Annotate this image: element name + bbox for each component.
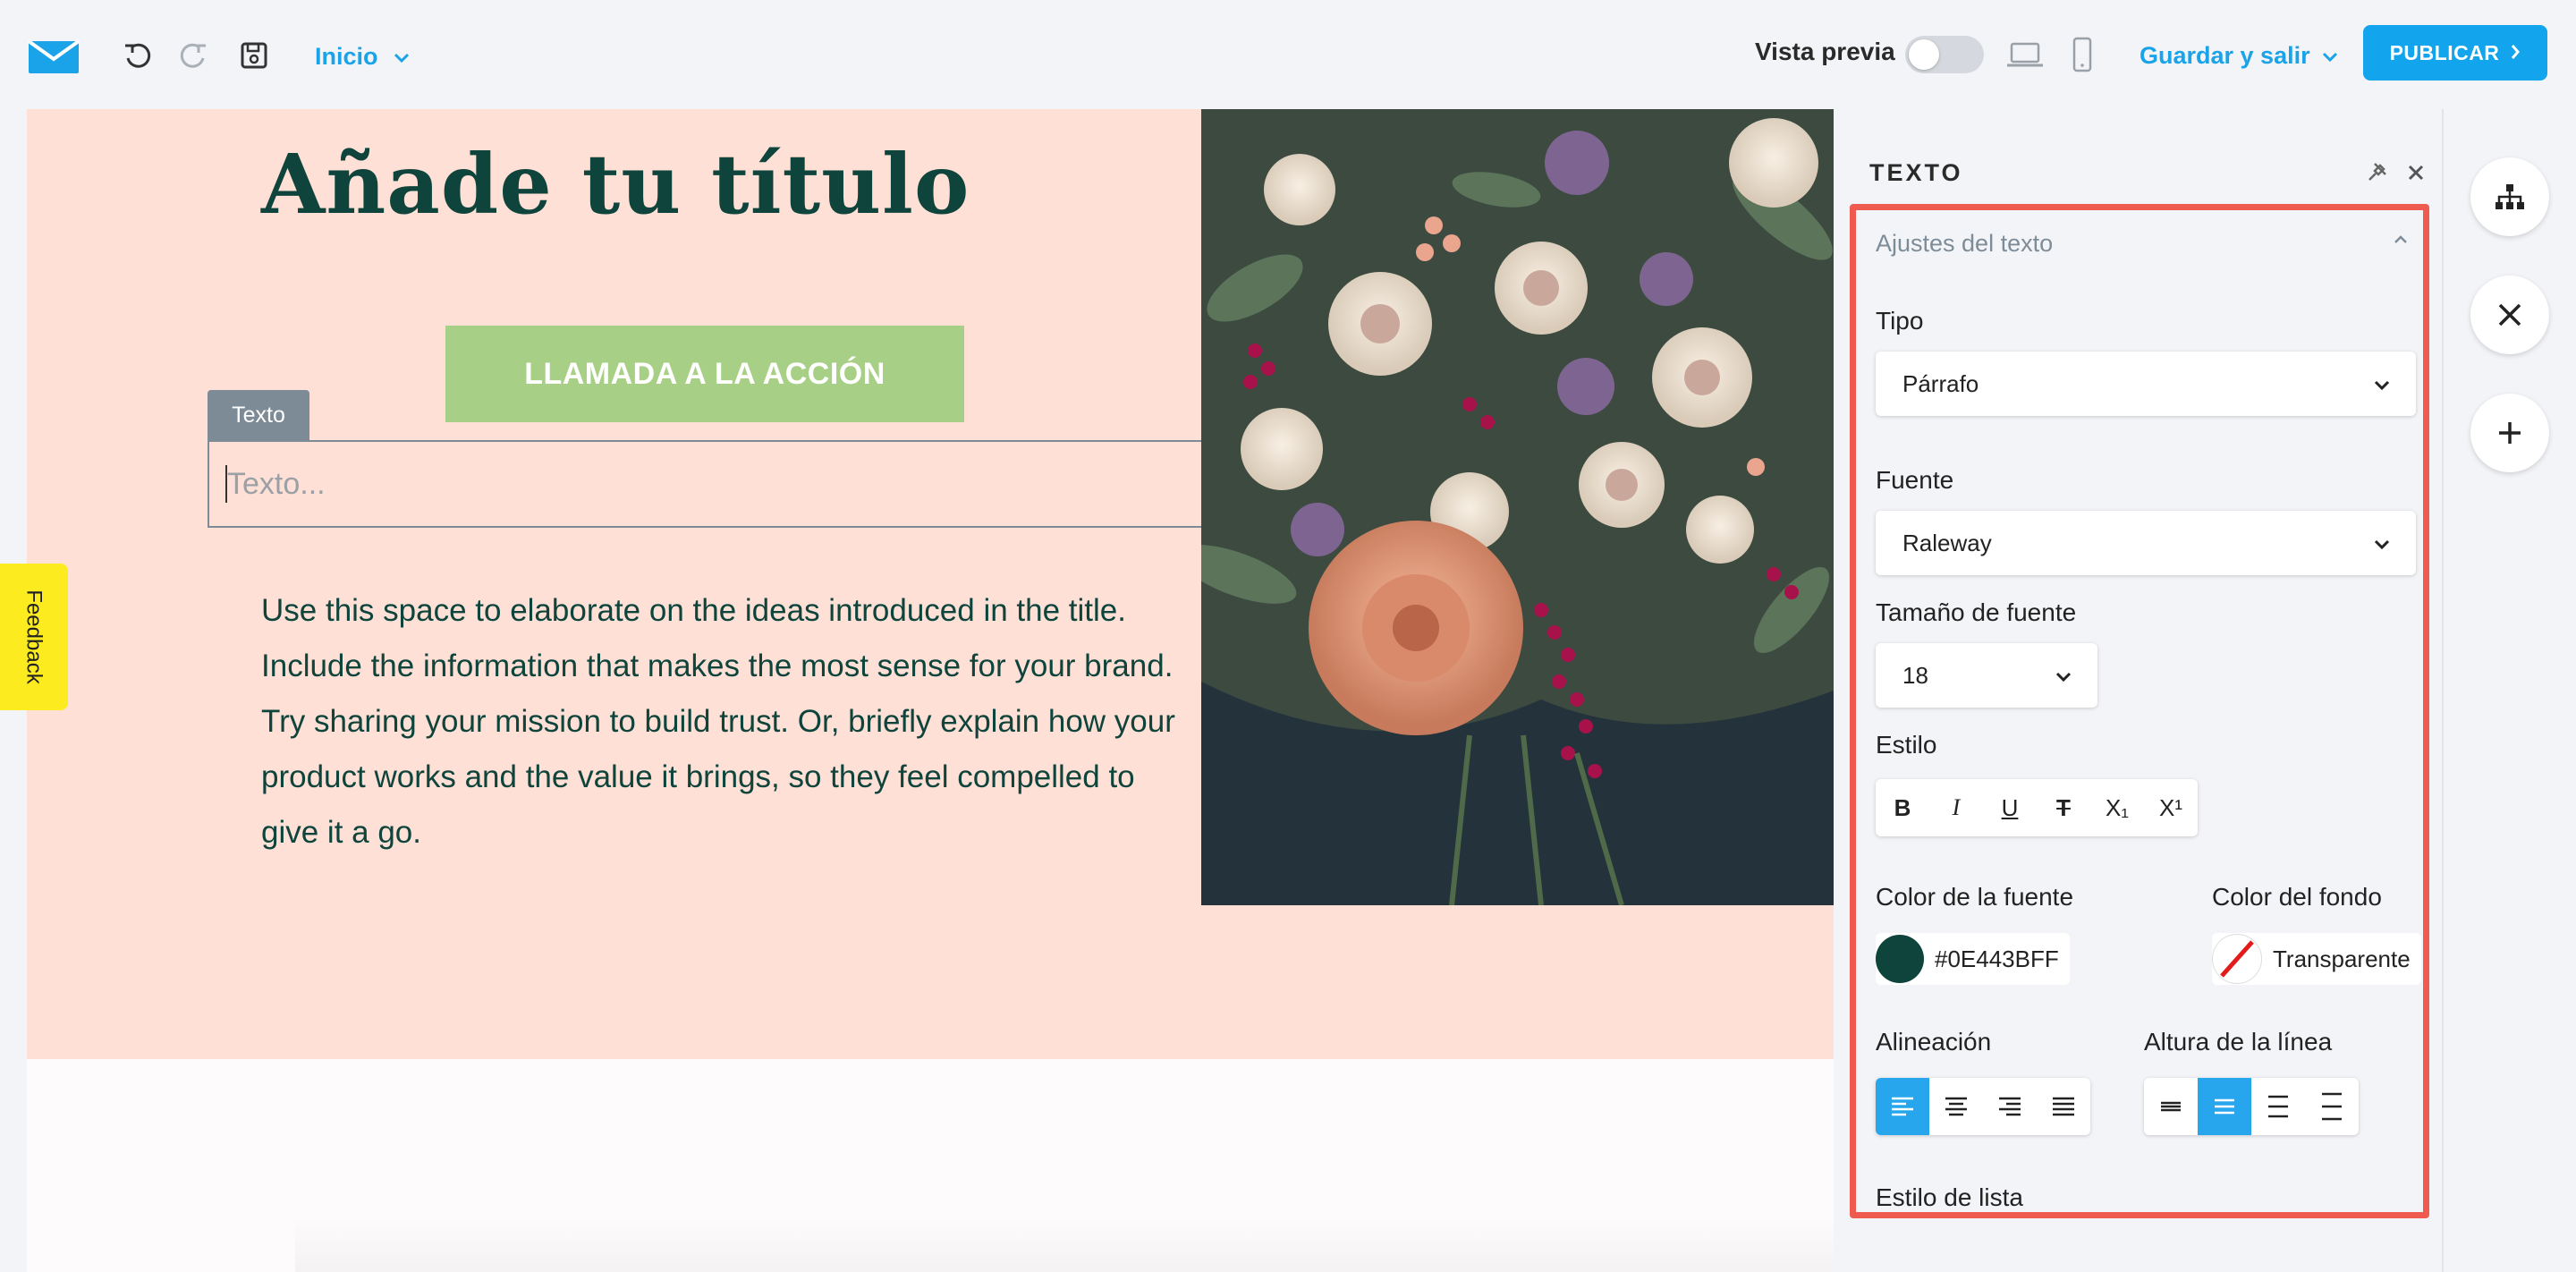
text-settings-panel: TEXTO Ajustes del texto Tipo Párrafo Fue… xyxy=(1837,109,2442,1272)
line-height-normal-icon[interactable] xyxy=(2198,1078,2251,1135)
superscript-button[interactable]: X¹ xyxy=(2144,779,2198,836)
text-placeholder: Texto... xyxy=(227,467,326,501)
list-style-label: Estilo de lista xyxy=(1876,1183,2023,1211)
redo-icon[interactable] xyxy=(175,38,211,73)
type-value: Párrafo xyxy=(1902,369,1979,397)
style-button-group: B I U T X₁ X¹ xyxy=(1876,779,2198,836)
hero-title[interactable]: Añade tu título xyxy=(261,136,970,233)
text-element-tag[interactable]: Texto xyxy=(208,390,309,440)
italic-button[interactable]: I xyxy=(1929,779,1983,836)
font-select[interactable]: Raleway xyxy=(1876,511,2416,575)
close-icon[interactable] xyxy=(2404,161,2429,186)
chevron-down-icon xyxy=(393,43,411,71)
font-color-label: Color de la fuente xyxy=(1876,883,2074,911)
font-size-value: 18 xyxy=(1902,661,1928,689)
type-label: Tipo xyxy=(1876,307,1924,335)
align-right-icon[interactable] xyxy=(1983,1078,2037,1135)
subscript-button[interactable]: X₁ xyxy=(2090,779,2144,836)
chevron-down-icon xyxy=(2373,530,2391,557)
type-select[interactable]: Párrafo xyxy=(1876,352,2416,416)
align-left-icon[interactable] xyxy=(1876,1078,1929,1135)
close-x-icon[interactable] xyxy=(2470,276,2549,354)
bg-color-value: Transparente xyxy=(2273,945,2411,972)
font-size-select[interactable]: 18 xyxy=(1876,643,2097,708)
line-height-button-group xyxy=(2144,1078,2359,1135)
save-icon[interactable] xyxy=(236,38,272,73)
publish-label: PUBLICAR xyxy=(2389,40,2500,64)
call-to-action-button[interactable]: LLAMADA A LA ACCIÓN xyxy=(445,326,964,422)
strikethrough-button[interactable]: T xyxy=(2037,779,2090,836)
line-height-label: Altura de la línea xyxy=(2144,1028,2333,1056)
right-tool-rail xyxy=(2442,109,2576,1272)
pin-icon[interactable] xyxy=(2367,161,2392,186)
align-center-icon[interactable] xyxy=(1929,1078,1983,1135)
toggle-knob xyxy=(1909,39,1939,70)
chevron-down-icon xyxy=(2321,42,2339,70)
plus-icon[interactable] xyxy=(2470,394,2549,472)
save-and-exit-button[interactable]: Guardar y salir xyxy=(2140,36,2339,75)
font-color-swatch xyxy=(1876,935,1924,983)
style-label: Estilo xyxy=(1876,731,1937,759)
envelope-logo-icon[interactable] xyxy=(27,36,80,77)
chevron-right-icon xyxy=(2510,41,2521,65)
chevron-down-icon xyxy=(2055,662,2072,690)
top-toolbar: Inicio Vista previa Guardar y salir PUBL… xyxy=(0,0,2576,107)
bg-color-label: Color del fondo xyxy=(2212,883,2382,911)
hero-section[interactable]: Añade tu título LLAMADA A LA ACCIÓN Text… xyxy=(27,109,1834,1059)
page-name: Inicio xyxy=(315,42,378,70)
flower-bouquet-image[interactable] xyxy=(1201,109,1834,905)
chevron-down-icon xyxy=(2373,370,2391,398)
panel-title: TEXTO xyxy=(1869,159,1963,186)
line-height-compact-icon[interactable] xyxy=(2144,1078,2198,1135)
transparent-swatch-icon xyxy=(2212,934,2262,984)
align-justify-icon[interactable] xyxy=(2037,1078,2090,1135)
preview-toggle[interactable] xyxy=(1905,36,1984,73)
font-label: Fuente xyxy=(1876,466,1954,494)
font-value: Raleway xyxy=(1902,529,1992,556)
undo-icon[interactable] xyxy=(120,38,156,73)
save-exit-label: Guardar y salir xyxy=(2140,41,2310,69)
publish-button[interactable]: PUBLICAR xyxy=(2363,25,2547,81)
feedback-tab[interactable]: Feedback xyxy=(0,564,68,710)
font-color-picker[interactable]: #0E443BFF xyxy=(1876,933,2070,985)
sitemap-icon[interactable] xyxy=(2470,157,2549,236)
font-size-label: Tamaño de fuente xyxy=(1876,598,2077,626)
section-divider-shadow xyxy=(295,1218,1834,1272)
font-color-value: #0E443BFF xyxy=(1935,945,2059,972)
page-canvas: Añade tu título LLAMADA A LA ACCIÓN Text… xyxy=(27,109,1834,1272)
alignment-button-group xyxy=(1876,1078,2090,1135)
bg-color-picker[interactable]: Transparente xyxy=(2212,933,2421,985)
chevron-up-icon[interactable] xyxy=(2393,233,2409,250)
body-paragraph[interactable]: Use this space to elaborate on the ideas… xyxy=(261,583,1191,861)
bold-button[interactable]: B xyxy=(1876,779,1929,836)
line-height-wide-icon[interactable] xyxy=(2251,1078,2305,1135)
text-settings-section: Ajustes del texto Tipo Párrafo Fuente Ra… xyxy=(1850,204,2429,1218)
section-title[interactable]: Ajustes del texto xyxy=(1876,230,2053,258)
underline-button[interactable]: U xyxy=(1983,779,2037,836)
line-height-widest-icon[interactable] xyxy=(2305,1078,2359,1135)
alignment-label: Alineación xyxy=(1876,1028,1992,1056)
page-selector-dropdown[interactable]: Inicio xyxy=(315,36,411,77)
mobile-icon[interactable] xyxy=(2066,34,2098,75)
feedback-label: Feedback xyxy=(22,589,47,684)
preview-label: Vista previa xyxy=(1755,38,1895,65)
desktop-icon[interactable] xyxy=(2004,36,2046,73)
